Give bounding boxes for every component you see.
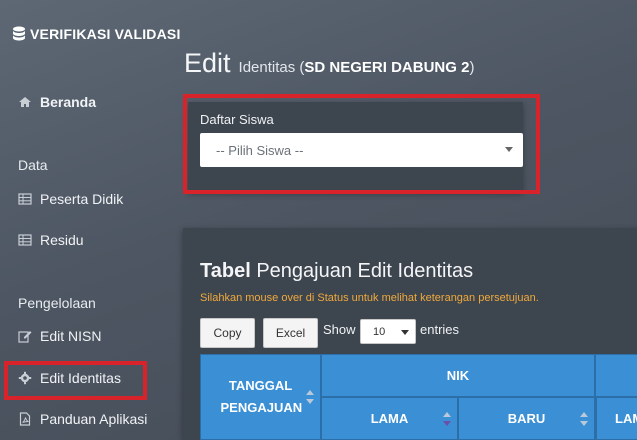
sidebar-item-beranda[interactable]: Beranda <box>18 94 96 110</box>
edit-icon <box>18 331 32 343</box>
table-icon <box>18 234 32 246</box>
sidebar-item-label: Edit NISN <box>40 328 102 344</box>
table-header: TANGGAL PENGAJUAN NIK LAMA BARU LAMA <box>200 354 637 440</box>
column-header-label: LAMA <box>370 410 409 426</box>
column-header-next-group <box>595 354 637 397</box>
main-content: Edit Identitas (SD NEGERI DABUNG 2) Daft… <box>183 0 637 440</box>
table-title-bold: Tabel <box>200 260 251 282</box>
app-brand[interactable]: VERIFIKASI VALIDASI <box>12 26 181 42</box>
sidebar-item-panduan[interactable]: Panduan Aplikasi <box>18 411 147 427</box>
entries-select-value: 10 <box>373 325 386 338</box>
section-label-pengelolaan: Pengelolaan <box>18 295 96 311</box>
sidebar-item-label: Residu <box>40 232 84 248</box>
column-header-label: TANGGAL PENGAJUAN <box>220 378 303 415</box>
table-title: Tabel Pengajuan Edit Identitas <box>200 260 473 283</box>
table-icon <box>18 193 32 205</box>
sort-icon <box>443 411 451 426</box>
table-note: Silahkan mouse over di Status untuk meli… <box>200 292 539 304</box>
school-name: SD NEGERI DABUNG 2 <box>304 59 470 76</box>
column-header-tanggal[interactable]: TANGGAL PENGAJUAN <box>200 354 321 440</box>
chevron-down-icon <box>401 330 409 335</box>
entries-label: entries <box>420 322 460 337</box>
page-title: Edit Identitas (SD NEGERI DABUNG 2) <box>184 48 474 79</box>
sidebar-item-label: Peserta Didik <box>40 191 124 207</box>
sidebar: VERIFIKASI VALIDASI Beranda Data Peserta… <box>0 0 181 440</box>
page-subtitle: Identitas (SD NEGERI DABUNG 2) <box>239 59 475 76</box>
sidebar-item-residu[interactable]: Residu <box>18 232 84 248</box>
show-label: Show <box>323 322 356 337</box>
column-header-lama[interactable]: LAMA <box>321 397 458 440</box>
table-title-rest: Pengajuan Edit Identitas <box>256 260 474 282</box>
column-header-label: BARU <box>507 410 546 426</box>
page-title-main: Edit <box>184 48 231 78</box>
sidebar-item-edit-nisn[interactable]: Edit NISN <box>18 328 101 344</box>
sort-icon <box>580 411 588 426</box>
page-subtitle-suffix: ) <box>469 59 475 76</box>
column-header-nik: NIK <box>321 354 595 397</box>
highlight-edit-identitas <box>4 361 147 400</box>
column-header-baru[interactable]: BARU <box>458 397 595 440</box>
home-icon <box>19 97 31 107</box>
column-header-label: LAMA <box>615 410 637 426</box>
database-icon <box>13 26 25 41</box>
sort-icon <box>306 390 314 404</box>
excel-button[interactable]: Excel <box>263 318 318 348</box>
section-label-data: Data <box>18 157 48 173</box>
sidebar-item-label: Panduan Aplikasi <box>40 411 148 427</box>
copy-button[interactable]: Copy <box>200 318 255 348</box>
column-header-lama-2[interactable]: LAMA <box>595 397 637 440</box>
sidebar-item-label: Beranda <box>40 94 97 110</box>
table-panel: Tabel Pengajuan Edit Identitas Silahkan … <box>183 228 637 440</box>
page-subtitle-prefix: Identitas ( <box>238 59 305 76</box>
column-header-label: NIK <box>446 367 470 383</box>
file-pdf-icon <box>19 412 31 426</box>
highlight-student-select <box>183 94 540 194</box>
sidebar-item-peserta-didik[interactable]: Peserta Didik <box>18 191 123 207</box>
entries-select[interactable]: 10 <box>360 319 416 344</box>
app-brand-label: VERIFIKASI VALIDASI <box>30 26 181 42</box>
